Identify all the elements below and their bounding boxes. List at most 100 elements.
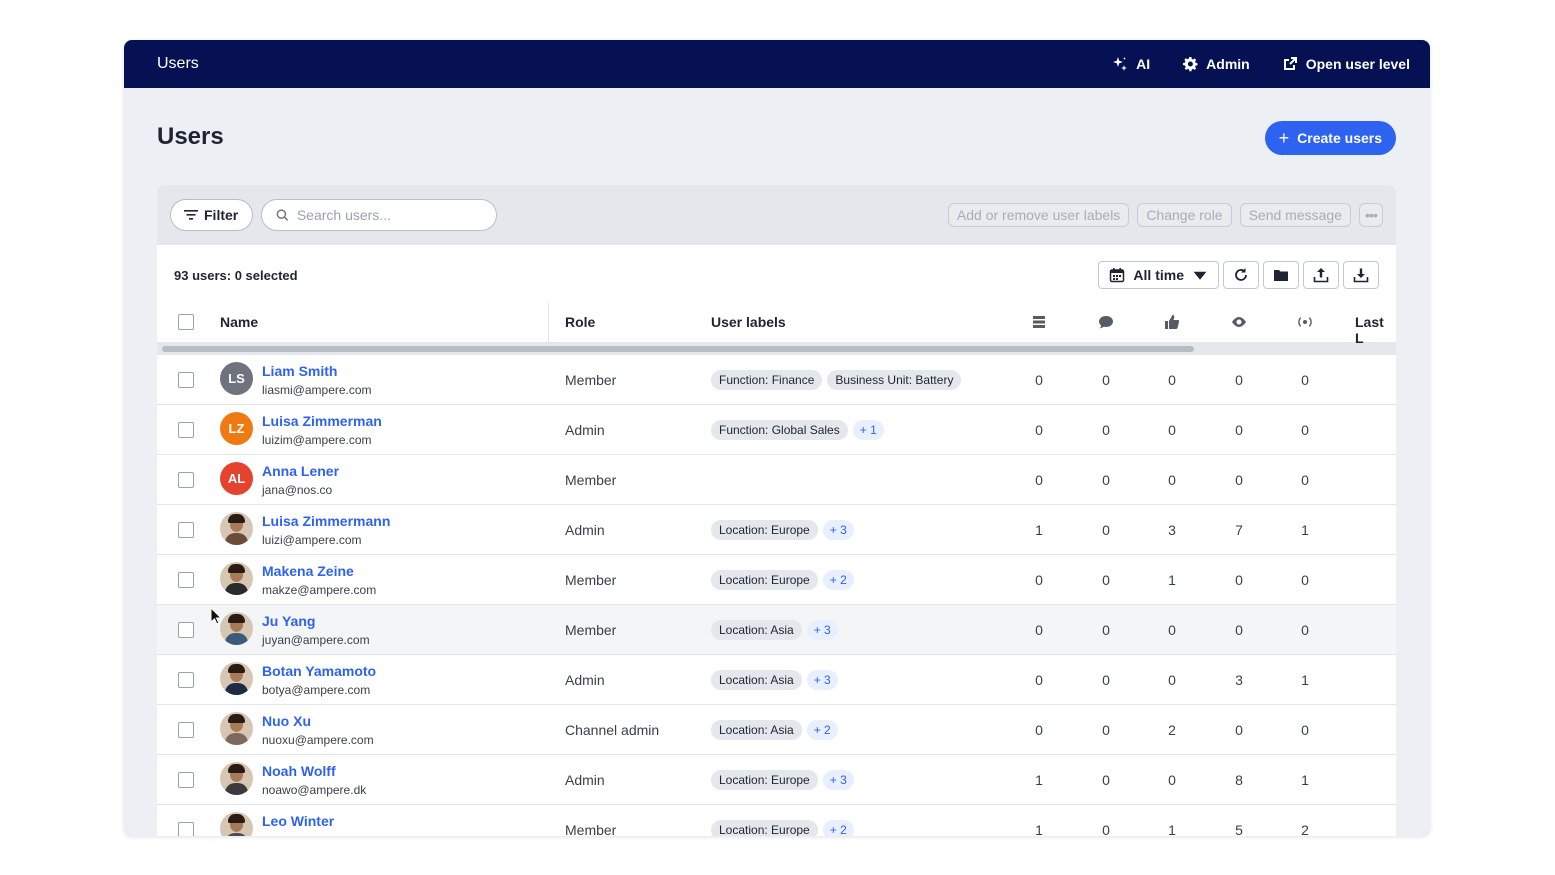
label-chip[interactable]: Location: Asia [711, 620, 802, 640]
open-user-level-label: Open user level [1305, 56, 1410, 72]
more-labels-chip[interactable]: + 3 [822, 770, 854, 790]
scrollbar-thumb[interactable] [162, 346, 1194, 352]
horizontal-scrollbar[interactable] [157, 343, 1396, 355]
user-labels: Function: Global Sales + 1 [711, 420, 884, 440]
filter-button[interactable]: Filter [170, 199, 254, 231]
header-role[interactable]: Role [565, 314, 595, 330]
header-last-login[interactable]: Last L [1355, 314, 1396, 346]
views-icon[interactable] [1231, 314, 1247, 330]
row-checkbox[interactable] [178, 422, 194, 438]
avatar[interactable] [220, 562, 253, 595]
user-name-link[interactable]: Botan Yamamoto [262, 663, 376, 679]
user-name-link[interactable]: Leo Winter [262, 813, 334, 829]
header-name[interactable]: Name [220, 314, 258, 330]
row-checkbox[interactable] [178, 772, 194, 788]
user-name-link[interactable]: Makena Zeine [262, 563, 354, 579]
table-row[interactable]: AL Anna Lener jana@nos.co Member 0 0 0 0 0 [157, 455, 1396, 505]
label-chip[interactable]: Function: Global Sales [711, 420, 848, 440]
label-chip[interactable]: Location: Asia [711, 670, 802, 690]
metric-value: 3 [1168, 522, 1176, 538]
posts-icon[interactable] [1031, 314, 1047, 330]
user-email: liasmi@ampere.com [262, 383, 372, 397]
more-labels-chip[interactable]: + 2 [822, 570, 854, 590]
user-name-link[interactable]: Luisa Zimmerman [262, 413, 382, 429]
upload-button[interactable] [1303, 261, 1339, 289]
user-name-link[interactable]: Anna Lener [262, 463, 339, 479]
header-user-labels[interactable]: User labels [711, 314, 786, 330]
table-row[interactable]: Luisa Zimmermann luizi@ampere.com Admin Loc… [157, 505, 1396, 555]
avatar-initials: LS [228, 371, 245, 386]
row-checkbox[interactable] [178, 572, 194, 588]
user-name-link[interactable]: Liam Smith [262, 363, 337, 379]
table-row[interactable]: Noah Wolff noawo@ampere.dk Admin Location: … [157, 755, 1396, 805]
metric-value: 2 [1168, 722, 1176, 738]
row-checkbox[interactable] [178, 722, 194, 738]
folder-button[interactable] [1263, 261, 1299, 289]
app-window: Users AI Admin Open user level Users + C… [124, 40, 1430, 836]
avatar[interactable]: AL [220, 462, 253, 495]
comments-icon[interactable] [1098, 314, 1114, 330]
more-labels-chip[interactable]: + 2 [806, 720, 838, 740]
more-labels-chip[interactable]: + 1 [852, 420, 884, 440]
more-labels-chip[interactable]: + 3 [806, 620, 838, 640]
row-checkbox[interactable] [178, 672, 194, 688]
avatar[interactable] [220, 512, 253, 545]
user-name-link[interactable]: Luisa Zimmermann [262, 513, 390, 529]
row-checkbox[interactable] [178, 822, 194, 836]
metric-value: 0 [1102, 422, 1110, 438]
table-row[interactable]: Nuo Xu nuoxu@ampere.com Channel admin Locat… [157, 705, 1396, 755]
create-users-button[interactable]: + Create users [1264, 121, 1396, 155]
broadcast-icon[interactable] [1297, 314, 1313, 330]
avatar[interactable] [220, 812, 253, 836]
admin-button[interactable]: Admin [1182, 56, 1250, 72]
user-name-link[interactable]: Nuo Xu [262, 713, 311, 729]
label-chip[interactable]: Business Unit: Battery [827, 370, 962, 390]
table-row[interactable]: Ju Yang juyan@ampere.com Member Location: A… [157, 605, 1396, 655]
avatar[interactable]: LS [220, 362, 253, 395]
table-row[interactable]: Botan Yamamoto botya@ampere.com Admin Locat… [157, 655, 1396, 705]
search-input[interactable] [296, 207, 483, 223]
avatar[interactable] [220, 712, 253, 745]
download-button[interactable] [1343, 261, 1379, 289]
table-row[interactable]: Leo Winter Member Location: Europe + 2 1 0 1 5 2 [157, 805, 1396, 836]
ai-button[interactable]: AI [1112, 56, 1150, 72]
table-row[interactable]: LZ Luisa Zimmerman luizim@ampere.com Admin F… [157, 405, 1396, 455]
avatar[interactable] [220, 762, 253, 795]
add-remove-labels-button[interactable]: Add or remove user labels [947, 203, 1130, 227]
user-role: Admin [565, 672, 605, 688]
user-name-link[interactable]: Noah Wolff [262, 763, 336, 779]
label-chip[interactable]: Location: Europe [711, 570, 818, 590]
likes-icon[interactable] [1164, 314, 1180, 330]
table-row[interactable]: LS Liam Smith liasmi@ampere.com Member Funct… [157, 355, 1396, 405]
row-checkbox[interactable] [178, 472, 194, 488]
table-row[interactable]: Makena Zeine makze@ampere.com Member Locati… [157, 555, 1396, 605]
metric-value: 0 [1168, 372, 1176, 388]
select-all-checkbox[interactable] [178, 314, 194, 330]
row-checkbox[interactable] [178, 522, 194, 538]
send-message-button[interactable]: Send message [1239, 203, 1351, 227]
change-role-button[interactable]: Change role [1137, 203, 1232, 227]
summary-tools: All time [1098, 261, 1379, 289]
metric-value: 8 [1235, 772, 1243, 788]
user-name-link[interactable]: Ju Yang [262, 613, 315, 629]
avatar[interactable] [220, 662, 253, 695]
avatar[interactable]: LZ [220, 412, 253, 445]
label-chip[interactable]: Location: Asia [711, 720, 802, 740]
avatar[interactable] [220, 612, 253, 645]
refresh-button[interactable] [1223, 261, 1259, 289]
label-chip[interactable]: Function: Finance [711, 370, 823, 390]
label-chip[interactable]: Location: Europe [711, 770, 818, 790]
more-labels-chip[interactable]: + 2 [822, 820, 854, 836]
row-checkbox[interactable] [178, 622, 194, 638]
metric-value: 1 [1035, 822, 1043, 836]
label-chip[interactable]: Location: Europe [711, 520, 818, 540]
row-checkbox[interactable] [178, 372, 194, 388]
open-user-level-button[interactable]: Open user level [1282, 56, 1410, 72]
more-labels-chip[interactable]: + 3 [822, 520, 854, 540]
more-labels-chip[interactable]: + 3 [806, 670, 838, 690]
period-dropdown[interactable]: All time [1098, 261, 1219, 289]
user-role: Member [565, 372, 617, 388]
label-chip[interactable]: Location: Europe [711, 820, 818, 836]
app-title: Users [157, 55, 199, 72]
more-actions-button[interactable]: ••• [1359, 203, 1383, 227]
